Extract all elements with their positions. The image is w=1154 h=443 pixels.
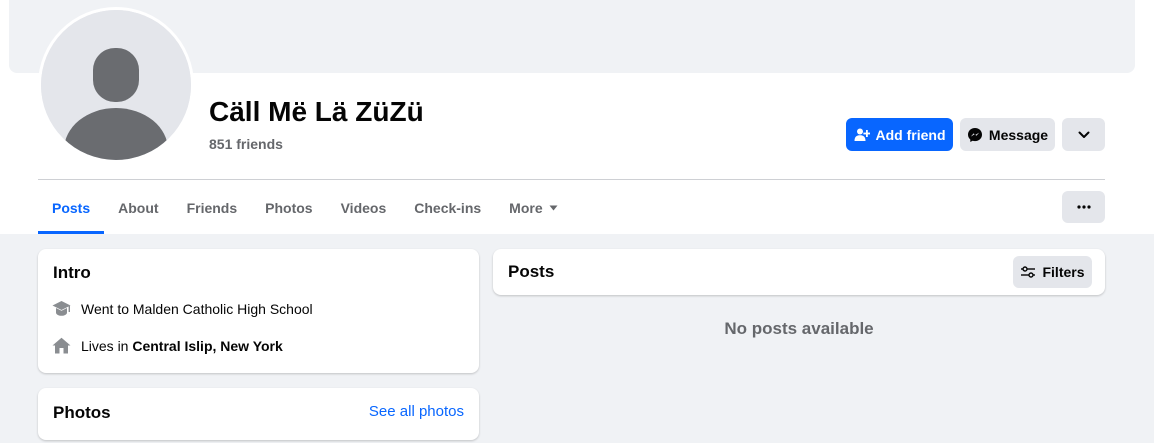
intro-card: Intro Went to Malden Catholic High Schoo…	[38, 249, 479, 373]
see-all-photos-link[interactable]: See all photos	[369, 403, 464, 420]
messenger-icon	[967, 127, 982, 142]
posts-title: Posts	[508, 262, 555, 281]
tab-more-label: More	[509, 200, 543, 216]
profile-name: Cäll Më Lä ZüZü	[209, 96, 424, 127]
more-options-button[interactable]	[1062, 191, 1105, 223]
tab-photos-label: Photos	[265, 200, 313, 216]
lives-in-place[interactable]: Central Islip, New York	[132, 338, 282, 354]
house-icon	[52, 337, 71, 354]
header-divider	[38, 179, 1105, 180]
chevron-down-icon	[1078, 131, 1089, 138]
default-avatar-icon	[41, 10, 191, 160]
tab-posts-label: Posts	[52, 200, 91, 216]
message-label: Message	[988, 126, 1049, 143]
education-text: Went to Malden Catholic High School	[81, 300, 313, 317]
posts-card: Posts Filters	[493, 249, 1105, 295]
tab-more[interactable]: More	[495, 182, 571, 234]
person-plus-icon	[854, 128, 870, 141]
ellipsis-icon	[1076, 205, 1091, 209]
photos-title: Photos	[53, 403, 111, 422]
tab-posts[interactable]: Posts	[38, 182, 105, 234]
add-friend-label: Add friend	[875, 126, 946, 143]
tab-check-ins[interactable]: Check-ins	[400, 182, 495, 234]
profile-dropdown-button[interactable]	[1062, 118, 1105, 151]
lives-in-text: Lives in Central Islip, New York	[81, 338, 283, 354]
sliders-icon	[1021, 266, 1036, 278]
profile-header: Cäll Më Lä ZüZü 851 friends Add friend M…	[0, 0, 1154, 234]
tab-videos-label: Videos	[340, 200, 387, 216]
graduation-cap-icon	[52, 301, 71, 316]
message-button[interactable]: Message	[960, 118, 1055, 151]
tab-friends-label: Friends	[186, 200, 238, 216]
add-friend-button[interactable]: Add friend	[846, 118, 953, 151]
intro-title: Intro	[53, 263, 91, 282]
avatar[interactable]	[41, 10, 191, 160]
lives-in-prefix: Lives in	[81, 337, 129, 354]
tab-check-ins-label: Check-ins	[414, 200, 482, 216]
no-posts-message: No posts available	[724, 319, 874, 338]
tab-friends[interactable]: Friends	[173, 182, 252, 234]
filters-label: Filters	[1042, 264, 1085, 280]
caret-down-icon	[549, 205, 558, 211]
intro-lives-in: Lives in Central Islip, New York	[52, 337, 283, 354]
friends-count[interactable]: 851 friends	[209, 136, 283, 152]
intro-education: Went to Malden Catholic High School	[52, 300, 313, 317]
photos-card: Photos See all photos	[38, 388, 479, 440]
tab-videos[interactable]: Videos	[327, 182, 401, 234]
filters-button[interactable]: Filters	[1013, 256, 1092, 288]
tab-photos[interactable]: Photos	[251, 182, 326, 234]
tab-about-label: About	[118, 200, 159, 216]
tab-about[interactable]: About	[104, 182, 172, 234]
profile-tabs: Posts About Friends Photos Videos Check-…	[38, 182, 572, 234]
